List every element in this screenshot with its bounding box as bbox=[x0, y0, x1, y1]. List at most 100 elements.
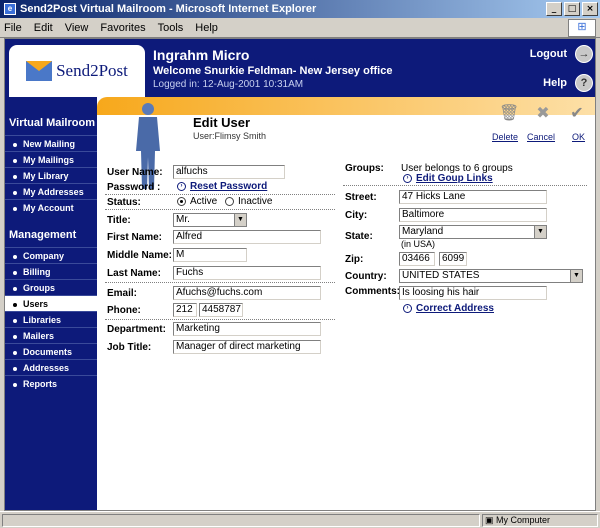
email-input[interactable]: Afuchs@fuchs.com bbox=[173, 286, 321, 300]
ok-link[interactable]: OK bbox=[572, 132, 585, 142]
logo-text: Send2Post bbox=[56, 61, 128, 80]
street-label: Street: bbox=[345, 192, 377, 203]
divider bbox=[105, 319, 335, 320]
maximize-button[interactable]: □ bbox=[564, 2, 580, 16]
status-active-radio[interactable]: Active bbox=[177, 196, 217, 207]
job-title-label: Job Title: bbox=[107, 342, 152, 353]
username-label: User Name: bbox=[107, 167, 163, 178]
menu-bar: File Edit View Favorites Tools Help ⊞ bbox=[0, 18, 600, 38]
sidebar-item-mailers[interactable]: Mailers bbox=[5, 327, 97, 343]
status-label: Status: bbox=[107, 197, 141, 208]
sidebar-item-my-account[interactable]: My Account bbox=[5, 199, 97, 215]
page-title: Edit User bbox=[193, 115, 251, 130]
status-inactive-radio[interactable]: Inactive bbox=[225, 196, 272, 207]
sidebar-item-billing[interactable]: Billing bbox=[5, 263, 97, 279]
cancel-x-icon[interactable]: ✖ bbox=[533, 103, 553, 125]
radio-empty-icon bbox=[225, 196, 234, 206]
zip-ext-input[interactable]: 6099 bbox=[439, 252, 467, 266]
city-input[interactable]: Baltimore bbox=[399, 208, 547, 222]
page-content: Send2Post Ingrahm Micro Welcome Snurkie … bbox=[4, 38, 596, 511]
menu-favorites[interactable]: Favorites bbox=[100, 22, 145, 34]
department-label: Department: bbox=[107, 324, 166, 335]
job-title-input[interactable]: Manager of direct marketing bbox=[173, 340, 321, 354]
sidebar-item-my-library[interactable]: My Library bbox=[5, 167, 97, 183]
street-input[interactable]: 47 Hicks Lane bbox=[399, 190, 547, 204]
help-icon[interactable]: ? bbox=[575, 74, 593, 92]
help-link[interactable]: Help bbox=[543, 77, 567, 89]
department-input[interactable]: Marketing bbox=[173, 322, 321, 336]
sidebar-item-my-addresses[interactable]: My Addresses bbox=[5, 183, 97, 199]
arrow-circle-icon: › bbox=[403, 173, 412, 183]
status-bar: ▣ My Computer bbox=[0, 511, 600, 528]
sidebar-item-groups[interactable]: Groups bbox=[5, 279, 97, 295]
zip-input[interactable]: 03466 bbox=[399, 252, 435, 266]
ie-icon: e bbox=[4, 3, 16, 15]
send2post-logo[interactable]: Send2Post bbox=[9, 45, 145, 97]
trash-icon[interactable]: 🗑 bbox=[499, 103, 519, 125]
sidebar-item-my-mailings[interactable]: My Mailings bbox=[5, 151, 97, 167]
close-button[interactable]: × bbox=[582, 2, 598, 16]
orange-banner bbox=[97, 97, 595, 115]
sidebar-section-virtual-mailroom: Virtual Mailroom bbox=[9, 117, 95, 129]
country-select[interactable]: UNITED STATES ▼ bbox=[399, 269, 583, 283]
sidebar: Virtual Mailroom New Mailing My Mailings… bbox=[5, 97, 97, 510]
last-name-label: Last Name: bbox=[107, 268, 161, 279]
city-label: City: bbox=[345, 210, 368, 221]
correct-address-link[interactable]: › Correct Address bbox=[403, 303, 494, 314]
sidebar-item-addresses[interactable]: Addresses bbox=[5, 359, 97, 375]
delete-link[interactable]: Delete bbox=[492, 132, 518, 142]
comments-input[interactable]: Is loosing his hair bbox=[399, 286, 547, 300]
sidebar-item-libraries[interactable]: Libraries bbox=[5, 311, 97, 327]
middle-name-input[interactable]: M bbox=[173, 248, 247, 262]
menu-file[interactable]: File bbox=[4, 22, 22, 34]
menu-tools[interactable]: Tools bbox=[158, 22, 184, 34]
page-subtitle: User:Flimsy Smith bbox=[193, 131, 267, 141]
menu-help[interactable]: Help bbox=[195, 22, 218, 34]
menu-edit[interactable]: Edit bbox=[34, 22, 53, 34]
logout-link[interactable]: Logout bbox=[530, 48, 567, 60]
groups-label: Groups: bbox=[345, 163, 384, 174]
logout-icon[interactable]: → bbox=[575, 45, 593, 63]
dropdown-arrow-icon: ▼ bbox=[570, 270, 582, 282]
username-input[interactable]: alfuchs bbox=[173, 165, 285, 179]
sidebar-item-new-mailing[interactable]: New Mailing bbox=[5, 135, 97, 151]
country-label: Country: bbox=[345, 271, 387, 282]
edit-group-links-link[interactable]: › Edit Goup Links bbox=[403, 173, 493, 184]
first-name-input[interactable]: Alfred bbox=[173, 230, 321, 244]
radio-selected-icon bbox=[177, 196, 186, 206]
state-label: State: bbox=[345, 231, 373, 242]
state-select[interactable]: Maryland ▼ bbox=[399, 225, 547, 239]
title-select[interactable]: Mr. ▼ bbox=[173, 213, 247, 227]
welcome-text: Welcome Snurkie Feldman- New Jersey offi… bbox=[153, 65, 393, 77]
last-name-input[interactable]: Fuchs bbox=[173, 266, 321, 280]
sidebar-item-reports[interactable]: Reports bbox=[5, 375, 97, 391]
state-note: (in USA) bbox=[401, 239, 436, 249]
envelope-icon bbox=[26, 61, 53, 81]
minimize-button[interactable]: _ bbox=[546, 2, 562, 16]
sidebar-item-users[interactable]: Users bbox=[5, 295, 97, 311]
window-titlebar: e Send2Post Virtual Mailroom - Microsoft… bbox=[0, 0, 600, 18]
divider bbox=[105, 209, 335, 210]
menu-view[interactable]: View bbox=[65, 22, 89, 34]
phone-area-input[interactable]: 212 bbox=[173, 303, 197, 317]
middle-name-label: Middle Name: bbox=[107, 250, 173, 261]
sidebar-item-company[interactable]: Company bbox=[5, 247, 97, 263]
sidebar-item-documents[interactable]: Documents bbox=[5, 343, 97, 359]
phone-number-input[interactable]: 4458787 bbox=[199, 303, 243, 317]
cancel-link[interactable]: Cancel bbox=[527, 132, 555, 142]
sidebar-section-management: Management bbox=[9, 229, 77, 241]
phone-label: Phone: bbox=[107, 305, 141, 316]
arrow-circle-icon: › bbox=[403, 303, 412, 313]
title-label: Title: bbox=[107, 215, 131, 226]
window-title: Send2Post Virtual Mailroom - Microsoft I… bbox=[20, 3, 317, 15]
status-message bbox=[2, 514, 480, 527]
windows-logo-icon: ⊞ bbox=[568, 19, 596, 37]
dropdown-arrow-icon: ▼ bbox=[234, 214, 246, 226]
company-name: Ingrahm Micro bbox=[153, 47, 250, 63]
divider bbox=[343, 185, 587, 186]
app-header: Send2Post Ingrahm Micro Welcome Snurkie … bbox=[5, 39, 595, 97]
reset-password-link[interactable]: › Reset Password bbox=[177, 181, 267, 192]
divider bbox=[105, 194, 335, 195]
email-label: Email: bbox=[107, 288, 138, 299]
check-icon[interactable]: ✔ bbox=[567, 103, 587, 125]
